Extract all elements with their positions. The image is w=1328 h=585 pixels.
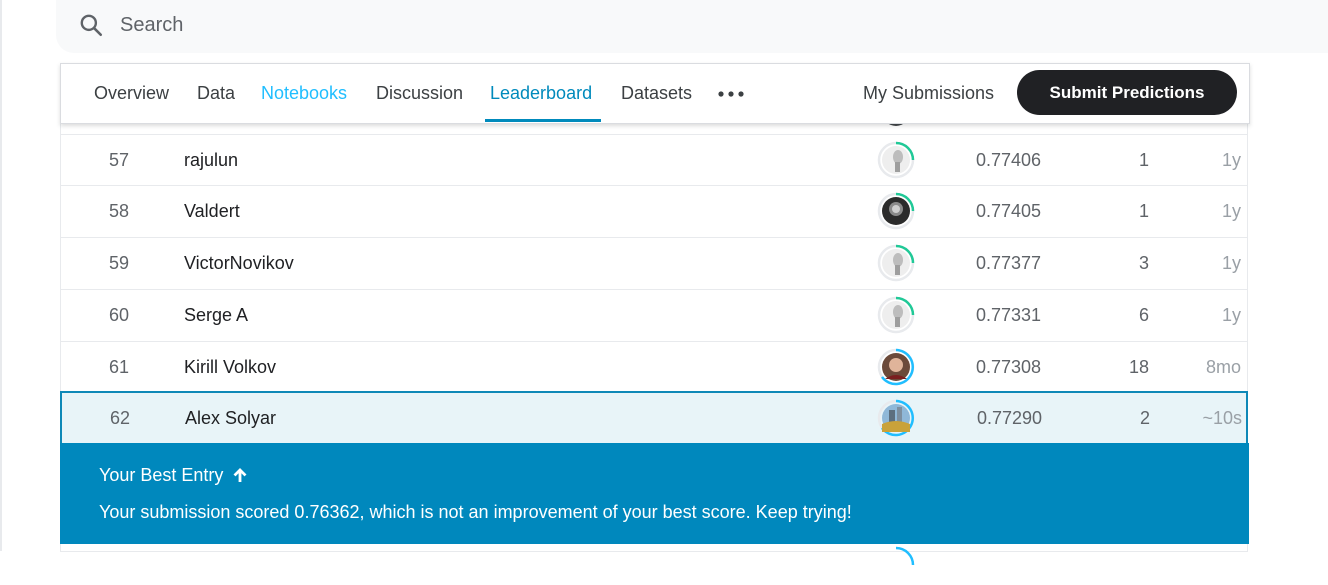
avatar[interactable]: [876, 191, 916, 231]
rank-cell: 57: [109, 150, 130, 170]
last-submission-cell: 8mo: [1205, 357, 1241, 377]
last-submission-cell: ~10s: [1202, 408, 1242, 428]
entries-cell: 1: [1138, 150, 1149, 170]
team-name-cell[interactable]: Serge A: [184, 290, 248, 341]
avatar: [895, 546, 915, 566]
score-cell: 0.77331: [976, 305, 1042, 325]
rank-cell: 58: [109, 201, 130, 221]
rank-cell: 61: [109, 357, 130, 377]
my-submissions-link[interactable]: My Submissions: [863, 64, 994, 123]
page-left-border: [0, 0, 2, 551]
tab-notebooks[interactable]: Notebooks: [261, 64, 347, 123]
search-input[interactable]: Search: [120, 12, 183, 38]
tab-leaderboard[interactable]: Leaderboard: [490, 64, 592, 123]
entries-cell: 3: [1138, 253, 1149, 273]
rank-cell: 62: [110, 408, 131, 428]
tab-data[interactable]: Data: [197, 64, 235, 123]
score-cell: 0.77406: [976, 150, 1042, 170]
entries-cell: 6: [1138, 305, 1149, 325]
team-name-cell[interactable]: Valdert: [184, 186, 240, 237]
table-row[interactable]: 59 VictorNovikov 0.77377 3 1y: [60, 238, 1248, 290]
search-icon: [80, 14, 103, 37]
team-name-cell[interactable]: VictorNovikov: [184, 238, 294, 289]
avatar[interactable]: [876, 347, 916, 387]
last-submission-cell: 1y: [1221, 305, 1241, 325]
entries-cell: 1: [1138, 201, 1149, 221]
banner-title: Your Best Entry: [99, 464, 248, 486]
team-name-cell[interactable]: Alex Solyar: [185, 393, 276, 443]
avatar[interactable]: [876, 140, 916, 180]
more-horizontal-icon[interactable]: [718, 91, 744, 97]
tab-datasets[interactable]: Datasets: [621, 64, 692, 123]
current-user-row[interactable]: 62 Alex Solyar 0.77290 2 ~10s: [60, 391, 1248, 445]
table-row[interactable]: 57 rajulun 0.77406 1 1y: [60, 135, 1248, 186]
rank-cell: 59: [109, 253, 130, 273]
banner-message: Your submission scored 0.76362, which is…: [99, 502, 852, 522]
entries-cell: 18: [1128, 357, 1149, 377]
table-row[interactable]: 60 Serge A 0.77331 6 1y: [60, 290, 1248, 342]
table-row[interactable]: 61 Kirill Volkov 0.77308 18 8mo: [60, 342, 1248, 393]
tab-discussion[interactable]: Discussion: [376, 64, 463, 123]
last-submission-cell: 1y: [1221, 253, 1241, 273]
entries-cell: 2: [1139, 408, 1150, 428]
avatar[interactable]: [876, 398, 916, 438]
submission-result-banner: Your Best Entry Your submission scored 0…: [60, 443, 1249, 544]
tab-overview[interactable]: Overview: [94, 64, 169, 123]
banner-title-text: Your Best Entry: [99, 465, 224, 485]
avatar[interactable]: [876, 295, 916, 335]
rank-cell: 60: [109, 305, 130, 325]
last-submission-cell: 1y: [1221, 150, 1241, 170]
team-name-cell[interactable]: Kirill Volkov: [184, 342, 276, 392]
avatar[interactable]: [876, 243, 916, 283]
team-name-cell[interactable]: rajulun: [184, 135, 238, 185]
submit-predictions-button[interactable]: Submit Predictions: [1017, 70, 1237, 115]
score-cell: 0.77308: [976, 357, 1042, 377]
table-row[interactable]: 58 Valdert 0.77405 1 1y: [60, 186, 1248, 238]
arrow-up-icon: [233, 468, 247, 482]
active-tab-indicator: [485, 119, 601, 122]
score-cell: 0.77290: [977, 408, 1043, 428]
score-cell: 0.77405: [976, 201, 1042, 221]
score-cell: 0.77377: [976, 253, 1042, 273]
search-bar[interactable]: Search: [56, 0, 1328, 53]
competition-tab-bar: Overview Data Notebooks Discussion Leade…: [60, 63, 1250, 124]
last-submission-cell: 1y: [1221, 201, 1241, 221]
